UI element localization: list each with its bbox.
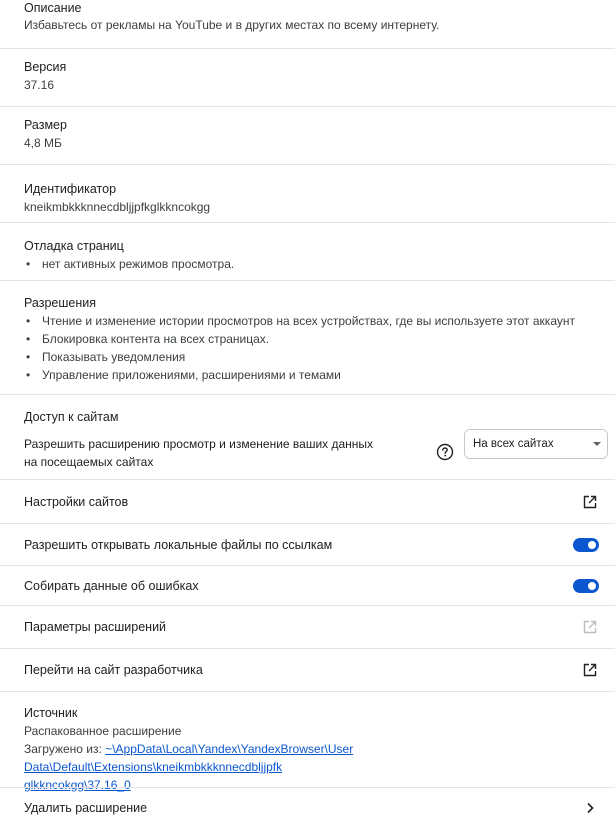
local-files-toggle[interactable]: [573, 537, 599, 552]
collect-errors-row: Собирать данные об ошибках: [0, 565, 615, 605]
description-section: Описание Избавьтесь от рекламы на YouTub…: [0, 0, 615, 48]
site-access-select[interactable]: На всех сайтах: [464, 429, 608, 459]
open-in-new-icon[interactable]: [581, 493, 599, 511]
collect-errors-label: Собирать данные об ошибках: [24, 578, 199, 593]
site-access-help-icon[interactable]: [436, 443, 454, 461]
size-value: 4,8 МБ: [24, 136, 62, 150]
permissions-label: Разрешения: [24, 296, 97, 310]
site-settings-label: Настройки сайтов: [24, 494, 129, 509]
remove-extension-label: Удалить расширение: [24, 800, 148, 815]
version-value: 37.16: [24, 78, 55, 92]
permission-item: • Блокировка контента на всех страницах.: [26, 332, 270, 346]
local-files-row: Разрешить открывать локальные файлы по с…: [0, 523, 615, 565]
developer-site-label: Перейти на сайт разработчика: [24, 663, 203, 677]
version-label: Версия: [24, 60, 67, 74]
source-type: Распакованное расширение: [24, 724, 182, 738]
debug-item: • нет активных режимов просмотра.: [26, 257, 235, 271]
permission-item: • Управление приложениями, расширениями и…: [26, 368, 341, 382]
chevron-right-icon: [581, 799, 599, 817]
source-section: Источник Распакованное расширение Загруж…: [0, 691, 615, 792]
identifier-label: Идентификатор: [24, 182, 117, 196]
permission-item: • Чтение и изменение истории просмотров н…: [26, 314, 575, 328]
site-access-label: Доступ к сайтам: [24, 410, 119, 424]
open-in-new-icon: [581, 618, 599, 636]
local-files-label: Разрешить открывать локальные файлы по с…: [24, 537, 333, 552]
extension-details-page: Описание Избавьтесь от рекламы на YouTub…: [0, 0, 615, 821]
source-loaded-prefix: Загружено из:: [24, 742, 102, 756]
site-access-select-value: На всех сайтах: [473, 438, 554, 450]
description-text: Избавьтесь от рекламы на YouTube и в дру…: [24, 18, 440, 32]
identifier-value: kneikmbkkknnecdbljjpfkglkkncokgg: [24, 200, 211, 214]
identifier-section: Идентификатор kneikmbkkknnecdbljjpfkglkk…: [0, 164, 615, 222]
permission-item: • Показывать уведомления: [26, 350, 186, 364]
size-label: Размер: [24, 118, 67, 132]
site-access-description: Разрешить расширению просмотр и изменени…: [24, 437, 374, 469]
debug-section: Отладка страниц • нет активных режимов пр…: [0, 222, 615, 280]
version-section: Версия 37.16: [0, 48, 615, 106]
developer-site-row[interactable]: Перейти на сайт разработчика: [0, 648, 615, 691]
description-label: Описание: [24, 1, 82, 15]
site-access-section: Доступ к сайтам Разрешить расширению про…: [0, 394, 615, 479]
site-settings-row[interactable]: Настройки сайтов: [0, 479, 615, 523]
source-loaded: Загружено из: ~\AppData\Local\Yandex\Yan…: [24, 740, 601, 794]
extension-options-row[interactable]: Параметры расширений: [0, 605, 615, 648]
collect-errors-toggle[interactable]: [573, 578, 599, 593]
remove-extension-row[interactable]: Удалить расширение: [0, 787, 615, 821]
source-label: Источник: [24, 706, 78, 720]
open-in-new-icon[interactable]: [581, 661, 599, 679]
size-section: Размер 4,8 МБ: [0, 106, 615, 164]
debug-label: Отладка страниц: [24, 239, 124, 253]
extension-options-label: Параметры расширений: [24, 620, 167, 634]
permissions-section: Разрешения • Чтение и изменение истории п…: [0, 280, 615, 394]
chevron-down-icon: [593, 438, 601, 450]
